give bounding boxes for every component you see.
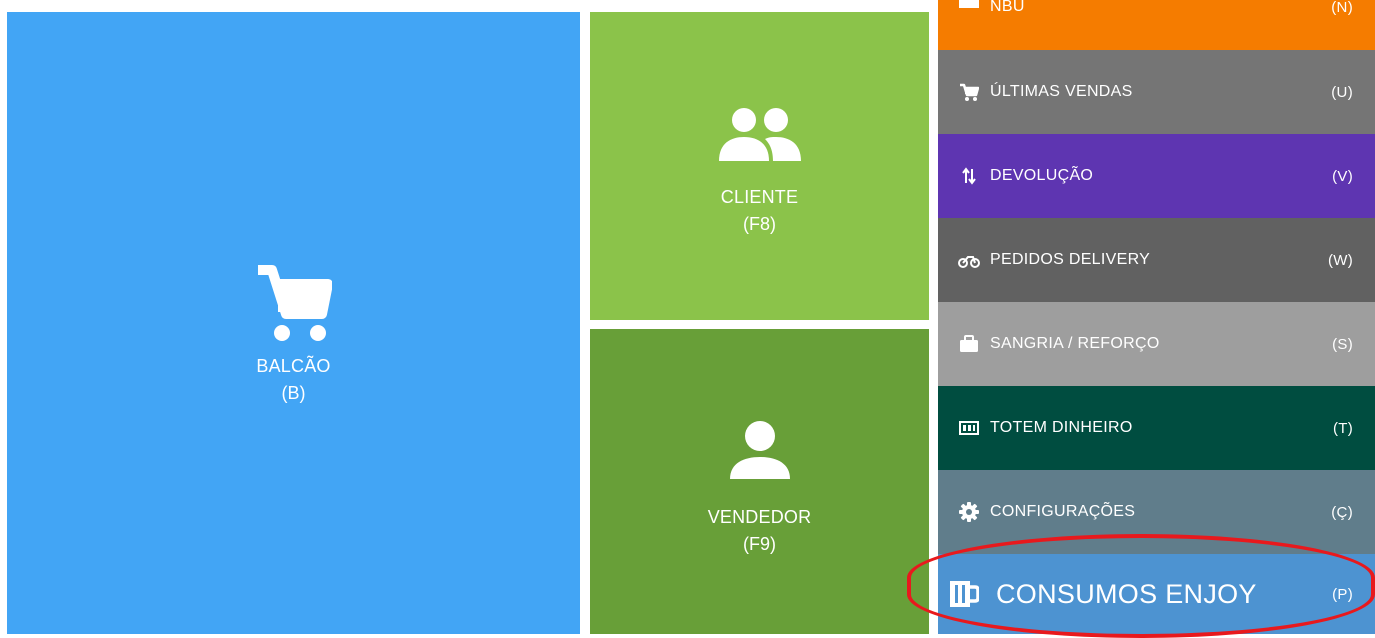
- menu-key: (V): [1332, 167, 1353, 185]
- menu-item-pedidos-delivery[interactable]: PEDIDOS DELIVERY (W): [938, 218, 1375, 302]
- balcao-label: BALCÃO: [256, 356, 331, 376]
- menu-label: PEDIDOS DELIVERY: [990, 251, 1151, 268]
- menu-key: (S): [1332, 335, 1353, 353]
- menu-label: CONSUMOS ENJOY: [996, 578, 1257, 609]
- cliente-tile[interactable]: CLIENTE (F8): [590, 12, 929, 320]
- menu-key: (N): [1331, 0, 1353, 16]
- motorbike-icon: [958, 249, 980, 271]
- cash-icon: [958, 417, 980, 439]
- menu-item-consumos-enjoy[interactable]: CONSUMOS ENJOY (P): [938, 554, 1375, 634]
- menu-key: (W): [1327, 251, 1353, 269]
- menu-item-configuracoes[interactable]: CONFIGURAÇÕES (Ç): [938, 470, 1375, 554]
- menu-label: DEVOLUÇÃO: [990, 167, 1094, 184]
- side-menu: NBU (N) ÚLTIMAS VENDAS (U) DEVOLUÇÃO (V): [938, 0, 1375, 634]
- people-icon: [717, 107, 803, 163]
- menu-item-sangria-reforco[interactable]: SANGRIA / REFORÇO (S): [938, 302, 1375, 386]
- menu-label: TOTEM DINHEIRO: [990, 419, 1133, 436]
- menu-label: SANGRIA / REFORÇO: [990, 335, 1160, 352]
- cliente-key: (F8): [743, 214, 776, 234]
- menu-key: (T): [1332, 419, 1353, 437]
- menu-item-ultimas-vendas[interactable]: ÚLTIMAS VENDAS (U): [938, 50, 1375, 134]
- cart-icon: [256, 262, 332, 342]
- partial-icon: [958, 0, 980, 16]
- menu-key: (P): [1332, 585, 1353, 603]
- menu-item-totem-dinheiro[interactable]: TOTEM DINHEIRO (T): [938, 386, 1375, 470]
- balcao-tile[interactable]: BALCÃO (B): [7, 12, 580, 634]
- vendedor-tile[interactable]: VENDEDOR (F9): [590, 329, 929, 634]
- menu-key: (Ç): [1331, 503, 1353, 521]
- menu-key: (U): [1331, 83, 1353, 101]
- swap-vertical-icon: [958, 165, 980, 187]
- mug-icon: [948, 578, 980, 610]
- menu-item-devolucao[interactable]: DEVOLUÇÃO (V): [938, 134, 1375, 218]
- gear-icon: [958, 501, 980, 523]
- vendedor-key: (F9): [743, 534, 776, 554]
- menu-label: NBU: [990, 0, 1025, 15]
- menu-label: ÚLTIMAS VENDAS: [990, 83, 1133, 100]
- briefcase-icon: [958, 333, 980, 355]
- balcao-key: (B): [281, 383, 306, 403]
- vendedor-label: VENDEDOR: [707, 507, 812, 527]
- cliente-label: CLIENTE: [720, 187, 799, 207]
- menu-item-nbu[interactable]: NBU (N): [938, 0, 1375, 50]
- person-icon: [729, 421, 790, 481]
- menu-label: CONFIGURAÇÕES: [990, 503, 1136, 520]
- cart-icon: [958, 81, 980, 103]
